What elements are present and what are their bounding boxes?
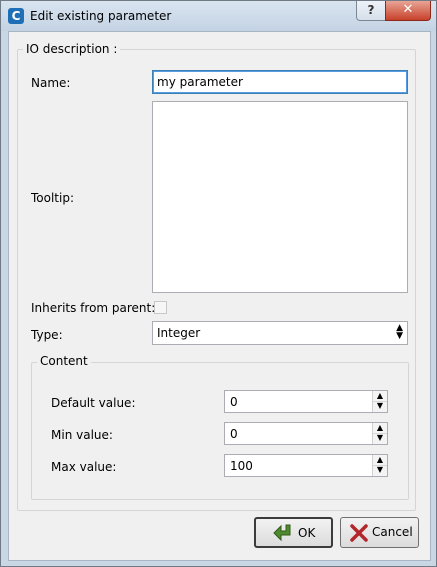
default-value-spinner[interactable]: 0 ▲ ▼ [224,390,388,413]
name-input[interactable]: my parameter [152,70,408,94]
cancel-x-icon [350,524,368,542]
tooltip-textarea[interactable] [152,101,408,293]
type-select[interactable]: Integer ▲ ▼ [152,321,408,345]
decrement-icon[interactable]: ▼ [373,401,387,411]
cancel-button-label: Cancel [372,525,413,539]
decrement-icon[interactable]: ▼ [373,433,387,443]
inherits-checkbox[interactable] [154,301,167,314]
io-description-legend: IO description : [23,42,121,56]
min-value-spin-buttons: ▲ ▼ [372,423,387,444]
cancel-button[interactable]: Cancel [340,517,419,548]
content-legend: Content [37,354,91,368]
window-title: Edit existing parameter [30,9,172,23]
min-value-text: 0 [230,427,238,441]
max-value-spin-buttons: ▲ ▼ [372,455,387,476]
ok-arrow-icon [273,524,291,542]
ok-button-label: OK [298,526,316,540]
dialog-window: C Edit existing parameter ? ✕ IO descrip… [0,0,437,567]
max-value-label: Max value: [51,460,117,474]
type-select-value: Integer [157,326,201,340]
default-value-spin-buttons: ▲ ▼ [372,391,387,412]
dialog-body: IO description : Name: my parameter Tool… [8,31,431,561]
max-value-text: 100 [230,459,253,473]
min-value-spinner[interactable]: 0 ▲ ▼ [224,422,388,445]
title-bar[interactable]: C Edit existing parameter ? ✕ [1,1,436,31]
tooltip-label: Tooltip: [31,191,75,205]
inherits-label: Inherits from parent: [31,301,156,315]
close-button[interactable]: ✕ [385,1,431,21]
updown-arrows-icon: ▲ ▼ [396,323,403,341]
default-value-label: Default value: [51,396,136,410]
max-value-spinner[interactable]: 100 ▲ ▼ [224,454,388,477]
name-label: Name: [31,76,71,90]
default-value-text: 0 [230,395,238,409]
min-value-label: Min value: [51,428,113,442]
decrement-icon[interactable]: ▼ [373,465,387,475]
ok-button[interactable]: OK [254,517,333,548]
help-button[interactable]: ? [356,1,386,21]
app-icon: C [8,8,24,24]
type-label: Type: [31,328,63,342]
